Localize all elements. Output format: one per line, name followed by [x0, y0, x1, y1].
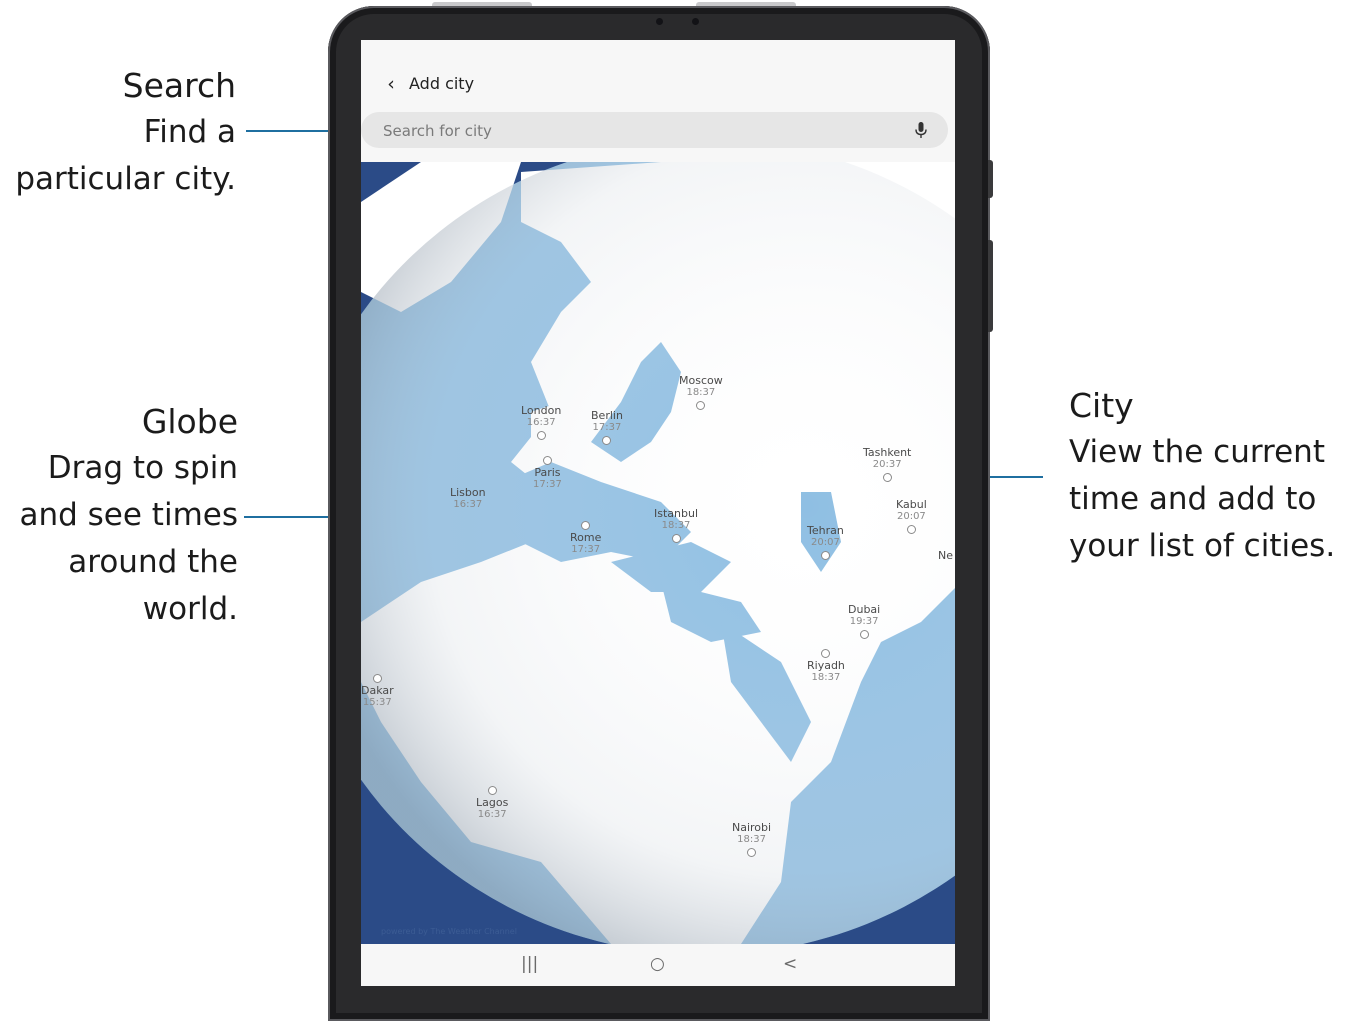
city-dot: [882, 473, 892, 482]
city-name: Rome: [570, 531, 602, 544]
city-marker-dakar[interactable]: Dakar 15:37: [361, 672, 394, 709]
navigation-bar: ||| ○ <: [361, 944, 955, 986]
city-time: 16:37: [526, 417, 556, 428]
recents-icon[interactable]: |||: [521, 954, 538, 974]
globe-graphic: [361, 162, 955, 944]
city-time: 17:37: [592, 422, 622, 433]
city-name: Dubai: [848, 603, 881, 616]
city-dot: [820, 551, 830, 560]
globe-callout-line2: and see times: [19, 497, 238, 533]
city-time: 18:37: [737, 834, 766, 845]
app-header: ‹ Add city: [361, 40, 955, 162]
back-chevron-icon[interactable]: ‹: [381, 72, 401, 96]
city-name: Moscow: [679, 374, 723, 387]
microphone-icon[interactable]: [911, 120, 931, 140]
city-dot: [487, 786, 497, 795]
city-time: 18:37: [686, 387, 716, 398]
city-marker-london[interactable]: London 16:37: [521, 405, 561, 442]
city-dot: [372, 674, 382, 683]
city-name: Ne: [938, 549, 953, 562]
city-time: 18:37: [811, 672, 841, 683]
city-dot: [859, 630, 869, 639]
powered-by-credit: powered by The Weather Channel: [381, 927, 517, 936]
city-name: Paris: [534, 466, 561, 479]
city-dot: [602, 436, 612, 445]
city-dot: [747, 848, 757, 857]
city-marker-nairobi[interactable]: Nairobi 18:37: [732, 822, 771, 859]
city-marker-istanbul[interactable]: Istanbul 18:37: [654, 508, 698, 545]
city-time: 19:37: [849, 616, 879, 627]
globe-callout-line1: Drag to spin: [47, 450, 238, 486]
city-name: Lisbon: [450, 486, 486, 499]
front-camera: [656, 18, 663, 25]
city-marker-berlin[interactable]: Berlin 17:37: [591, 410, 623, 447]
city-marker-lisbon[interactable]: Lisbon 16:37: [450, 487, 486, 511]
city-name: Kabul: [896, 498, 927, 511]
city-name: Tashkent: [863, 446, 912, 459]
screen: ‹ Add city Search for city Moscow 18:37 …: [361, 40, 955, 986]
city-marker-tashkent[interactable]: Tashkent 20:37: [863, 447, 911, 484]
search-callout-line1: Find a: [143, 114, 236, 150]
city-marker-lagos[interactable]: Lagos 16:37: [476, 784, 508, 821]
city-name: Riyadh: [807, 659, 845, 672]
city-dot: [906, 525, 916, 534]
page-title: Add city: [409, 74, 475, 93]
search-callout-title: Search: [122, 66, 236, 105]
city-time: 16:37: [453, 499, 483, 510]
city-dot: [536, 431, 546, 440]
globe-callout-line3: around the: [68, 544, 238, 580]
globe-callout-line4: world.: [142, 591, 238, 627]
city-callout: City View the current time and add to yo…: [1069, 382, 1351, 570]
city-time: 18:37: [661, 520, 691, 531]
city-callout-line3: your list of cities.: [1069, 528, 1336, 564]
city-callout-line1: View the current: [1069, 434, 1325, 470]
city-marker-tehran[interactable]: Tehran 20:07: [807, 525, 844, 562]
back-nav-icon[interactable]: <: [783, 954, 797, 974]
city-name: Dakar: [361, 684, 394, 697]
city-callout-line2: time and add to: [1069, 481, 1317, 517]
city-marker-dubai[interactable]: Dubai 19:37: [848, 604, 880, 641]
city-marker-moscow[interactable]: Moscow 18:37: [679, 375, 723, 412]
city-name: Tehran: [807, 524, 844, 537]
city-marker-paris[interactable]: Paris 17:37: [533, 454, 562, 491]
city-name: Nairobi: [732, 821, 772, 834]
search-input[interactable]: [381, 112, 905, 150]
globe-callout: Globe Drag to spin and see times around …: [0, 398, 238, 633]
city-marker-riyadh[interactable]: Riyadh 18:37: [807, 647, 845, 684]
city-callout-title: City: [1069, 386, 1134, 425]
side-button-lower: [988, 240, 993, 332]
globe-callout-title: Globe: [141, 402, 238, 441]
city-name: Istanbul: [654, 507, 699, 520]
city-time: 15:37: [362, 697, 392, 708]
search-callout: Search Find a particular city.: [0, 62, 236, 203]
city-dot: [696, 401, 706, 410]
city-dot: [542, 456, 552, 465]
city-time: 20:37: [872, 459, 902, 470]
search-bar[interactable]: [361, 112, 948, 150]
city-time: 20:07: [896, 511, 926, 522]
globe-view[interactable]: Moscow 18:37 London 16:37 Berlin 17:37 P…: [361, 162, 955, 944]
side-button-upper: [988, 160, 993, 198]
city-dot: [581, 521, 591, 530]
city-marker-rome[interactable]: Rome 17:37: [570, 519, 601, 556]
city-dot: [671, 534, 681, 543]
city-name: Lagos: [476, 796, 509, 809]
home-icon[interactable]: ○: [650, 954, 665, 974]
city-time: 17:37: [533, 479, 562, 490]
city-name: Berlin: [591, 409, 623, 422]
city-time: 17:37: [571, 544, 601, 555]
city-name: London: [521, 404, 562, 417]
city-marker-partial[interactable]: Ne: [938, 550, 953, 562]
city-time: 16:37: [477, 809, 507, 820]
city-dot: [821, 649, 831, 658]
search-callout-line2: particular city.: [15, 161, 236, 197]
city-time: 20:07: [811, 537, 840, 548]
city-marker-kabul[interactable]: Kabul 20:07: [896, 499, 927, 536]
sensor: [692, 18, 699, 25]
